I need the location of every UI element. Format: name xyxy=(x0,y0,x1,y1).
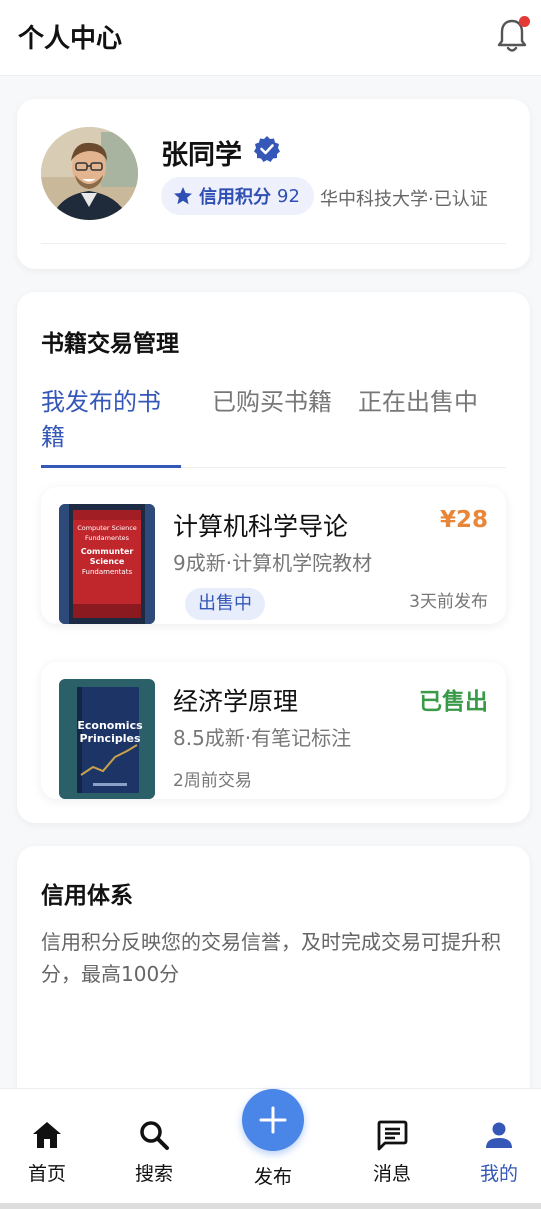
credit-system-card: 信用体系 信用积分反映您的交易信誉，及时完成交易可提升积分，最高100分 xyxy=(17,846,530,1106)
notification-dot xyxy=(519,16,530,27)
sold-status: 已售出 xyxy=(419,689,488,715)
person-icon xyxy=(486,1122,512,1148)
cover-text: Computer Science xyxy=(77,524,137,532)
star-icon xyxy=(174,187,192,205)
book-cover: Computer Science Fundamentes Communter S… xyxy=(59,504,155,624)
book-description: 8.5成新·有笔记标注 xyxy=(173,726,352,750)
search-icon xyxy=(140,1121,169,1150)
cover-text: Principles xyxy=(79,732,140,745)
credit-label: 信用积分 xyxy=(199,187,271,208)
cover-text: Fundamentes xyxy=(85,534,130,542)
school-verification: 华中科技大学·已认证 xyxy=(320,189,488,210)
section-title: 书籍交易管理 xyxy=(41,331,179,357)
nav-home[interactable]: 首页 xyxy=(7,1089,87,1205)
message-icon xyxy=(377,1120,408,1151)
list-item[interactable]: Economics Principles 经济学原理 已售出 8.5成新·有笔记… xyxy=(41,662,506,799)
book-description: 9成新·计算机学院教材 xyxy=(173,551,373,575)
home-icon xyxy=(33,1122,61,1148)
nav-search[interactable]: 搜索 xyxy=(114,1089,194,1205)
book-cover: Economics Principles xyxy=(59,679,155,799)
nav-label[interactable]: 发布 xyxy=(233,1162,313,1189)
profile-card: 张同学 信用积分 92 华中科技大学·已认证 xyxy=(17,99,530,269)
bottom-navigation: 首页 搜索 发布 消息 我的 xyxy=(0,1088,541,1204)
list-item[interactable]: Computer Science Fundamentes Communter S… xyxy=(41,487,506,624)
tab-selling-books[interactable]: 正在出售中 xyxy=(358,385,478,420)
book-management-card: 书籍交易管理 我发布的书籍 已购买书籍 正在出售中 Computer Scien… xyxy=(17,292,530,823)
cover-text: Economics xyxy=(77,719,143,732)
publish-button[interactable] xyxy=(242,1089,304,1151)
divider xyxy=(41,243,506,244)
cover-text: Fundamentats xyxy=(82,568,133,576)
verified-badge-icon xyxy=(254,136,280,162)
book-title: 计算机科学导论 xyxy=(173,512,349,541)
credit-score: 92 xyxy=(277,185,300,207)
cover-text: Science xyxy=(90,557,125,566)
status-badge: 出售中 xyxy=(185,588,265,620)
home-indicator-bar xyxy=(0,1203,541,1209)
book-time: 3天前发布 xyxy=(409,592,488,612)
nav-label: 首页 xyxy=(27,1163,66,1185)
nav-label: 搜索 xyxy=(134,1163,173,1185)
book-time: 2周前交易 xyxy=(173,771,252,791)
credit-description: 信用积分反映您的交易信誉，及时完成交易可提升积分，最高100分 xyxy=(41,930,501,986)
book-price: ¥28 xyxy=(439,507,488,533)
avatar[interactable] xyxy=(41,127,138,220)
tab-active-indicator xyxy=(41,465,181,468)
section-title: 信用体系 xyxy=(41,883,133,909)
nav-label: 消息 xyxy=(372,1163,411,1185)
page-title: 个人中心 xyxy=(18,24,123,54)
plus-icon xyxy=(259,1106,287,1134)
credit-score-badge[interactable]: 信用积分 92 xyxy=(161,177,314,215)
book-title: 经济学原理 xyxy=(173,687,299,716)
nav-profile[interactable]: 我的 xyxy=(459,1089,539,1205)
tab-purchased-books[interactable]: 已购买书籍 xyxy=(212,385,342,420)
cover-text: Communter xyxy=(81,547,134,556)
user-name: 张同学 xyxy=(161,140,242,171)
top-bar: 个人中心 xyxy=(0,0,541,76)
tab-published-books[interactable]: 我发布的书籍 xyxy=(41,385,171,455)
nav-messages[interactable]: 消息 xyxy=(352,1089,432,1205)
nav-label: 我的 xyxy=(479,1163,518,1185)
